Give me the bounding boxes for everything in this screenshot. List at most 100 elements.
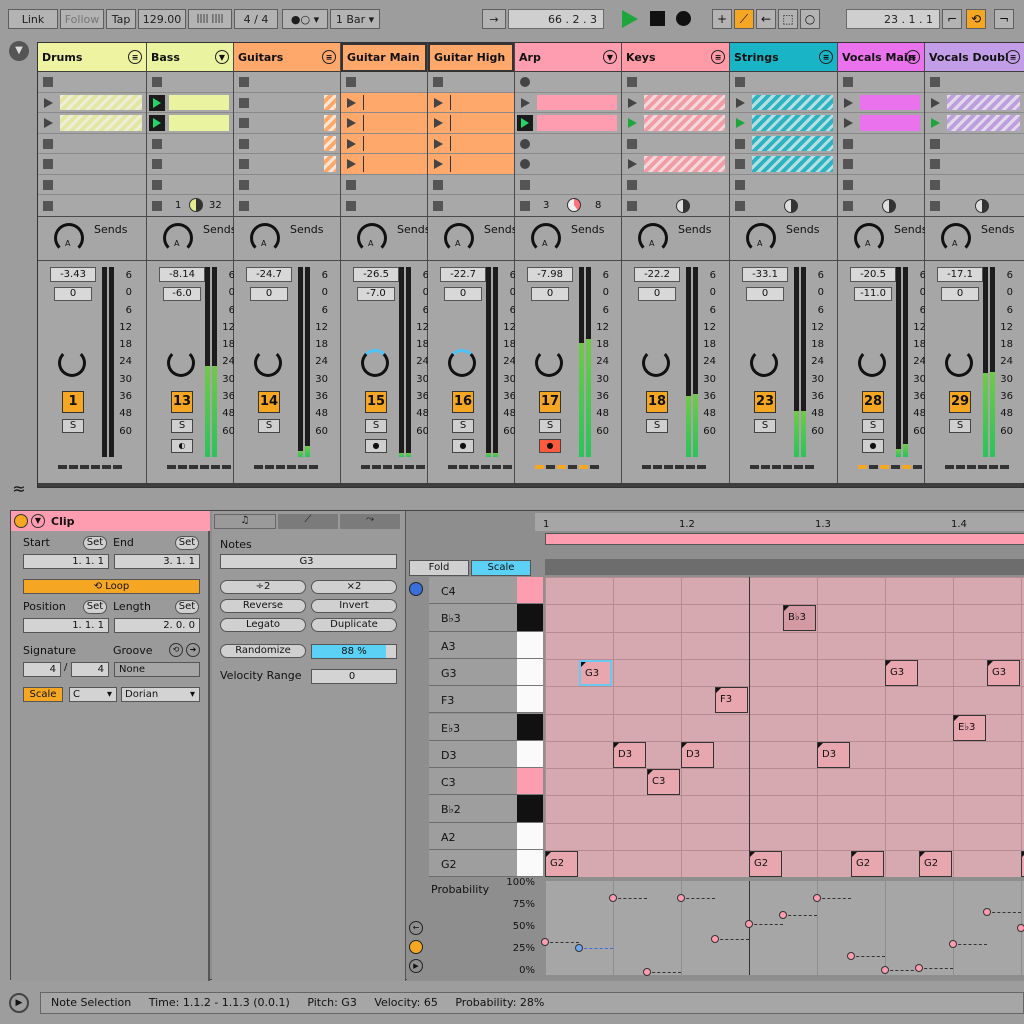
clip-slot-row[interactable] (515, 133, 621, 154)
stop-clips-slot[interactable] (925, 195, 1024, 217)
clip-slot-row[interactable] (341, 72, 427, 93)
clip-slot-row[interactable] (341, 113, 427, 134)
piano-key[interactable] (517, 768, 543, 796)
clip-slot[interactable] (450, 156, 510, 172)
midi-note[interactable]: C3 (647, 769, 680, 796)
solo-button[interactable]: S (539, 419, 561, 433)
pan-field[interactable]: -11.0 (854, 287, 892, 301)
preview-icon[interactable] (409, 582, 423, 596)
stop-button-icon[interactable] (520, 201, 530, 211)
track-header[interactable]: Strings ≡ (730, 43, 837, 72)
clip-slot-row[interactable] (730, 174, 837, 195)
midi-note[interactable]: G2 (749, 851, 782, 877)
midi-note[interactable]: G2 (545, 851, 578, 877)
clip-launch-icon[interactable] (347, 97, 356, 108)
clip-record-icon[interactable] (520, 138, 530, 149)
clip-slot-row[interactable] (622, 133, 729, 154)
clip-stop-icon[interactable] (43, 179, 53, 190)
track-header[interactable]: Guitar High (428, 43, 514, 72)
clip-stop-icon[interactable] (627, 77, 637, 87)
quantize-select[interactable]: 1 Bar ▾ (330, 9, 380, 29)
track-menu-icon[interactable]: ≡ (906, 50, 920, 64)
stop-clips-slot[interactable] (838, 195, 924, 217)
clip-stop-icon[interactable] (43, 159, 53, 169)
invert-button[interactable]: Invert (311, 599, 397, 613)
stop-button-icon[interactable] (239, 201, 249, 211)
pan-knob[interactable] (254, 349, 282, 377)
pan-knob[interactable] (858, 349, 886, 377)
clip-stop-icon[interactable] (930, 77, 940, 87)
clip-record-icon[interactable] (520, 159, 530, 169)
clip-slot-row[interactable] (147, 72, 233, 93)
midi-note[interactable]: G2 (919, 851, 952, 877)
signature-numerator[interactable]: 4 (23, 662, 61, 677)
clip-slot-row[interactable] (925, 113, 1024, 134)
clip-slot-row[interactable] (147, 174, 233, 195)
clip-slot[interactable] (324, 156, 336, 172)
clip-slot-row[interactable] (428, 113, 514, 134)
stop-button-icon[interactable] (930, 201, 940, 211)
clip-slot-row[interactable] (622, 92, 729, 113)
clip-expand-icon[interactable]: ▼ (31, 514, 45, 528)
clip-slot-row[interactable] (622, 72, 729, 93)
pan-field[interactable]: 0 (941, 287, 979, 301)
volume-field[interactable]: -3.43 (50, 267, 96, 282)
clip-slot-row[interactable] (838, 174, 924, 195)
stop-button-icon[interactable] (152, 201, 162, 211)
volume-field[interactable]: -22.7 (440, 267, 486, 282)
clip-stop-icon[interactable] (627, 179, 637, 190)
probability-handle[interactable] (541, 937, 549, 946)
arm-icon[interactable]: ● (365, 439, 387, 453)
clip-slot-row[interactable] (622, 113, 729, 134)
probability-handle[interactable] (575, 943, 583, 952)
pan-field[interactable]: 0 (638, 287, 676, 301)
clip-slot-row[interactable] (147, 113, 233, 134)
session-record-icon[interactable]: ○ (800, 9, 820, 29)
punch-out-icon[interactable]: ¬ (994, 9, 1014, 29)
crossfade-assign[interactable] (58, 465, 124, 469)
track-menu-icon[interactable]: ▼ (603, 50, 617, 64)
solo-button[interactable]: S (365, 419, 387, 433)
clip-slot-row[interactable] (341, 133, 427, 154)
clip-stop-icon[interactable] (930, 159, 940, 169)
clip-stop-icon[interactable] (239, 118, 249, 128)
clip-slot[interactable] (363, 156, 423, 172)
clip-launch-icon[interactable] (434, 97, 443, 108)
clip-slot-row[interactable] (38, 92, 146, 113)
clip-stop-icon[interactable] (239, 77, 249, 87)
crossfade-assign[interactable] (361, 465, 427, 469)
track-activator-button[interactable]: 13 (171, 391, 193, 413)
clip-launch-icon[interactable] (628, 118, 637, 128)
start-set-button[interactable]: Set (83, 536, 107, 550)
clip-stop-icon[interactable] (43, 77, 53, 87)
stop-clips-slot[interactable] (730, 195, 837, 217)
follow-arrow-icon[interactable]: → (482, 9, 506, 29)
clip-slot-row[interactable] (38, 133, 146, 154)
track-activator-button[interactable]: 29 (949, 391, 971, 413)
clip-slot-row[interactable] (341, 174, 427, 195)
pan-field[interactable]: 0 (531, 287, 569, 301)
piano-key[interactable] (517, 795, 543, 823)
stop-button-icon[interactable] (346, 201, 356, 211)
clip-slot[interactable] (860, 94, 920, 110)
scale-toggle[interactable]: Scale (23, 687, 63, 702)
clip-slot-row[interactable] (234, 154, 340, 175)
clip-slot-row[interactable] (38, 154, 146, 175)
clip-slot-row[interactable] (147, 92, 233, 113)
track-activator-button[interactable]: 15 (365, 391, 387, 413)
track-header[interactable]: Vocals Main ≡ (838, 43, 924, 72)
probability-handle[interactable] (711, 934, 719, 943)
clip-slot-row[interactable] (341, 154, 427, 175)
track-header[interactable]: Bass ▼ (147, 43, 233, 72)
clip-launch-icon[interactable] (44, 118, 53, 128)
position-set-button[interactable]: Set (83, 600, 107, 614)
stop-button-icon[interactable] (433, 201, 443, 211)
midi-note[interactable]: B♭3 (783, 605, 816, 632)
clip-launch-icon[interactable] (844, 118, 853, 128)
solo-button[interactable]: S (452, 419, 474, 433)
clip-slot[interactable] (752, 94, 833, 110)
probability-handle[interactable] (609, 893, 617, 902)
stop-icon[interactable] (650, 11, 665, 26)
tab-envelopes[interactable]: ⟋ (278, 514, 338, 529)
pan-knob[interactable] (535, 349, 563, 377)
